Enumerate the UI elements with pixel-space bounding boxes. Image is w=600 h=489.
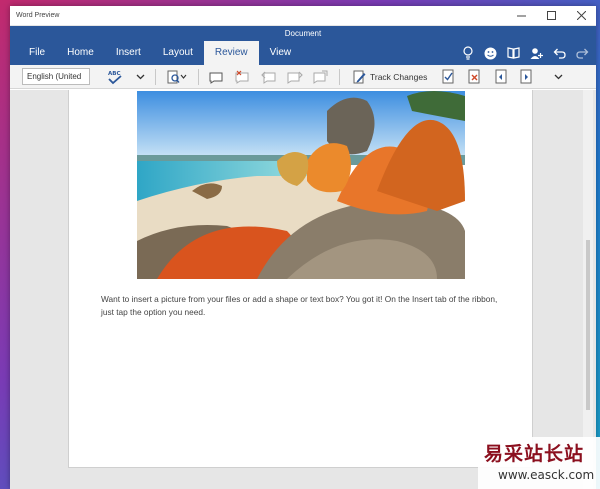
watermark-url: www.easck.com xyxy=(498,468,595,482)
show-comments-button[interactable] xyxy=(310,67,332,87)
new-comment-button[interactable] xyxy=(206,67,228,87)
tab-insert[interactable]: Insert xyxy=(105,41,152,65)
reject-change-icon xyxy=(468,69,480,84)
tab-home[interactable]: Home xyxy=(56,41,105,65)
read-mode-button[interactable] xyxy=(504,44,523,63)
spelling-button[interactable]: ABC xyxy=(94,67,128,87)
window-controls xyxy=(506,6,596,25)
toolbar-separator xyxy=(198,68,199,85)
track-changes-icon xyxy=(353,70,366,83)
document-page[interactable]: Want to insert a picture from your files… xyxy=(68,90,533,468)
delete-comment-icon xyxy=(235,70,249,84)
track-changes-label: Track Changes xyxy=(370,71,428,82)
lightbulb-icon xyxy=(462,46,473,60)
delete-comment-button[interactable] xyxy=(232,67,254,87)
tab-layout[interactable]: Layout xyxy=(152,41,204,65)
site-watermark: 易采站长站 www.easck.com xyxy=(478,437,600,489)
tab-file[interactable]: File xyxy=(18,41,56,65)
ribbon-tabs-row: File Home Insert Layout Review View xyxy=(10,41,596,65)
spelling-check-icon: ABC xyxy=(108,71,122,84)
close-icon xyxy=(576,11,586,20)
previous-comment-button[interactable] xyxy=(258,67,280,87)
next-change-icon xyxy=(520,69,532,84)
toolbar-separator xyxy=(155,68,156,85)
redo-icon xyxy=(576,48,589,59)
watermark-chinese-text: 易采站长站 xyxy=(484,443,585,465)
share-button[interactable] xyxy=(527,44,546,63)
next-comment-icon xyxy=(287,71,303,84)
scrollbar-thumb[interactable] xyxy=(586,240,590,410)
tab-review[interactable]: Review xyxy=(203,41,259,65)
smiley-icon xyxy=(484,47,497,59)
document-title-row: Document xyxy=(10,26,596,41)
document-canvas[interactable]: Want to insert a picture from your files… xyxy=(10,90,596,489)
svg-text:ABC: ABC xyxy=(108,71,121,77)
app-window: Word Preview Document File Home Insert L… xyxy=(10,6,596,489)
ribbon: Document File Home Insert Layout Review … xyxy=(10,26,596,65)
accept-change-button[interactable] xyxy=(437,67,459,87)
show-comments-icon xyxy=(313,70,328,84)
tell-me-button[interactable] xyxy=(458,44,477,63)
document-body-text[interactable]: Want to insert a picture from your files… xyxy=(101,293,501,318)
smart-lookup-icon xyxy=(167,70,187,83)
maximize-icon xyxy=(546,11,556,20)
undo-icon xyxy=(553,48,566,59)
review-toolbar: English (United ABC Track Changes xyxy=(10,65,596,89)
ribbon-tabs: File Home Insert Layout Review View xyxy=(18,41,302,65)
next-comment-button[interactable] xyxy=(284,67,306,87)
smart-lookup-button[interactable] xyxy=(163,67,191,87)
redo-button[interactable] xyxy=(573,44,592,63)
inserted-photo[interactable] xyxy=(137,91,465,279)
minimize-button[interactable] xyxy=(506,6,536,25)
app-title: Word Preview xyxy=(16,12,60,19)
previous-change-button[interactable] xyxy=(489,67,511,87)
chevron-down-icon xyxy=(136,74,144,79)
title-bar: Word Preview xyxy=(10,6,596,26)
maximize-button[interactable] xyxy=(536,6,566,25)
ribbon-quick-icons xyxy=(458,41,592,65)
undo-button[interactable] xyxy=(550,44,569,63)
spelling-dropdown[interactable] xyxy=(132,67,148,87)
close-button[interactable] xyxy=(566,6,596,25)
track-changes-button[interactable]: Track Changes xyxy=(347,67,433,87)
vertical-scrollbar[interactable] xyxy=(583,90,593,489)
person-add-icon xyxy=(530,47,543,59)
minimize-icon xyxy=(516,15,526,17)
next-change-button[interactable] xyxy=(515,67,537,87)
document-title: Document xyxy=(284,29,322,38)
toolbar-separator xyxy=(339,68,340,85)
proofing-language-select[interactable]: English (United xyxy=(22,68,90,85)
previous-comment-icon xyxy=(261,71,276,84)
book-icon xyxy=(507,47,520,59)
previous-change-icon xyxy=(495,69,507,84)
accept-change-icon xyxy=(442,69,454,84)
reject-change-button[interactable] xyxy=(463,67,485,87)
chevron-down-icon xyxy=(554,74,563,79)
feedback-button[interactable] xyxy=(481,44,500,63)
new-comment-icon xyxy=(209,72,223,84)
tab-view[interactable]: View xyxy=(259,41,303,65)
more-options-button[interactable] xyxy=(547,67,569,87)
